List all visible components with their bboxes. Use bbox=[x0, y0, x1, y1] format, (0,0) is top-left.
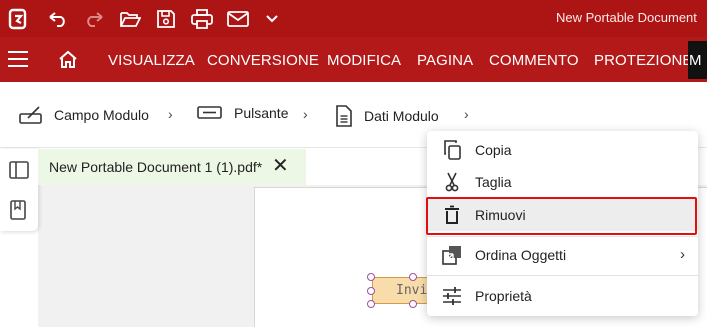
tab-protezione[interactable]: PROTEZIONE bbox=[594, 52, 693, 69]
chevron-right-icon: › bbox=[464, 106, 469, 122]
pulsante-button[interactable]: Pulsante bbox=[197, 105, 288, 121]
menu-separator bbox=[427, 275, 698, 276]
chevron-right-icon: › bbox=[680, 246, 685, 263]
bookmark-icon[interactable] bbox=[9, 200, 29, 220]
dati-modulo-label: Dati Modulo bbox=[364, 108, 439, 124]
menu-item-ordina-oggetti[interactable]: Ordina Oggetti › bbox=[427, 239, 698, 271]
copy-icon bbox=[444, 140, 461, 160]
tab-pagina[interactable]: PAGINA bbox=[417, 52, 473, 69]
app-logo-icon[interactable] bbox=[6, 0, 30, 37]
scissors-icon bbox=[445, 172, 459, 192]
menu-item-label: Ordina Oggetti bbox=[475, 247, 567, 263]
resize-handle[interactable] bbox=[367, 300, 375, 308]
pulsante-label: Pulsante bbox=[234, 105, 289, 121]
window-title: New Portable Document bbox=[556, 10, 697, 25]
campo-modulo-button[interactable]: Campo Modulo bbox=[19, 105, 149, 125]
sidebar-toggle-icon[interactable] bbox=[9, 161, 29, 181]
redo-icon[interactable] bbox=[82, 0, 106, 37]
ribbon-tabs: VISUALIZZA CONVERSIONE MODIFICA PAGINA C… bbox=[0, 37, 707, 82]
form-field-icon bbox=[19, 106, 42, 124]
menu-icon[interactable] bbox=[8, 51, 28, 67]
menu-item-label: Copia bbox=[475, 142, 512, 158]
document-tab[interactable]: New Portable Document 1 (1).pdf* ✕ bbox=[38, 149, 306, 185]
open-folder-icon[interactable] bbox=[118, 0, 142, 37]
tab-modifica[interactable]: MODIFICA bbox=[327, 52, 401, 69]
save-icon[interactable] bbox=[154, 0, 178, 37]
chevron-right-icon: › bbox=[168, 106, 173, 122]
resize-handle[interactable] bbox=[409, 273, 417, 281]
home-icon[interactable] bbox=[58, 50, 78, 74]
menu-item-copia[interactable]: Copia bbox=[427, 134, 698, 166]
resize-handle[interactable] bbox=[367, 287, 375, 295]
resize-handle[interactable] bbox=[367, 273, 375, 281]
properties-sliders-icon bbox=[443, 287, 461, 305]
tab-visualizza[interactable]: VISUALIZZA bbox=[108, 52, 195, 69]
close-icon[interactable]: ✕ bbox=[272, 156, 289, 176]
menu-item-taglia[interactable]: Taglia bbox=[427, 166, 698, 198]
print-icon[interactable] bbox=[190, 0, 214, 37]
tab-commento[interactable]: COMMENTO bbox=[489, 52, 579, 69]
undo-icon[interactable] bbox=[46, 0, 70, 37]
side-panel bbox=[0, 149, 38, 231]
campo-modulo-label: Campo Modulo bbox=[54, 107, 149, 123]
title-bar: New Portable Document bbox=[0, 0, 707, 37]
menu-separator bbox=[427, 236, 698, 237]
chevron-right-icon: › bbox=[303, 106, 308, 122]
menu-item-label: Taglia bbox=[475, 174, 512, 190]
menu-item-proprieta[interactable]: Proprietà bbox=[427, 280, 698, 312]
dati-modulo-button[interactable]: Dati Modulo bbox=[335, 105, 439, 127]
menu-item-label: Proprietà bbox=[475, 288, 532, 304]
form-data-icon bbox=[336, 105, 352, 127]
email-icon[interactable] bbox=[226, 0, 250, 37]
document-tab-label: New Portable Document 1 (1).pdf* bbox=[49, 159, 263, 175]
quick-access-dropdown-icon[interactable] bbox=[262, 0, 282, 37]
arrange-objects-icon bbox=[442, 246, 461, 265]
tab-moduli[interactable]: M bbox=[688, 41, 707, 79]
highlight-box bbox=[426, 197, 697, 235]
tab-conversione[interactable]: CONVERSIONE bbox=[207, 52, 319, 69]
button-field-icon bbox=[197, 106, 222, 119]
resize-handle[interactable] bbox=[409, 300, 417, 308]
